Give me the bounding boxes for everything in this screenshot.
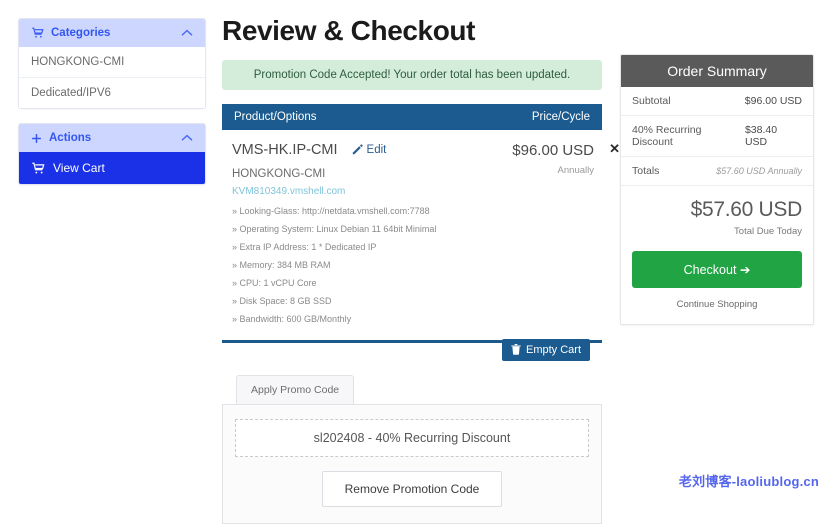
cart-item-price: $96.00 USD Annually — [474, 142, 598, 332]
summary-actions: Checkout ➔ Continue Shopping — [621, 245, 813, 324]
main-content: Review & Checkout Promotion Code Accepte… — [222, 0, 602, 524]
option-bandwidth: » Bandwidth: 600 GB/Monthly — [232, 314, 474, 324]
trash-icon — [511, 344, 521, 355]
categories-list: HONGKONG-CMI Dedicated/IPV6 — [19, 47, 205, 108]
promo-tabs: Apply Promo Code sl202408 - 40% Recurrin… — [222, 375, 602, 524]
remove-item-icon[interactable]: ✕ — [609, 142, 620, 155]
summary-row-totals: Totals $57.60 USD Annually — [621, 157, 813, 186]
discount-value: $38.40 USD — [745, 124, 802, 148]
subtotal-value: $96.00 USD — [745, 95, 802, 107]
chevron-up-icon[interactable] — [181, 134, 193, 142]
cart-table: Product/Options Price/Cycle VMS-HK.IP-CM… — [222, 104, 602, 343]
cart-icon — [31, 27, 44, 39]
option-cpu: » CPU: 1 vCPU Core — [232, 278, 474, 288]
subtotal-label: Subtotal — [632, 95, 671, 107]
promo-accepted-alert: Promotion Code Accepted! Your order tota… — [222, 60, 602, 90]
discount-label: 40% Recurring Discount — [632, 124, 745, 148]
chevron-up-icon[interactable] — [181, 29, 193, 37]
col-product-options: Product/Options — [234, 111, 316, 123]
sidebar-item-view-cart[interactable]: View Cart — [19, 152, 205, 184]
edit-product-link[interactable]: Edit — [352, 144, 387, 156]
option-disk-space: » Disk Space: 8 GB SSD — [232, 296, 474, 306]
product-name: VMS-HK.IP-CMI — [232, 142, 338, 158]
grand-total-amount: $57.60 USD — [632, 198, 802, 222]
option-looking-glass: » Looking-Glass: http://netdata.vmshell.… — [232, 206, 474, 216]
categories-panel-title: Categories — [51, 27, 110, 39]
continue-shopping-link[interactable]: Continue Shopping — [632, 299, 802, 310]
remove-promotion-code-button[interactable]: Remove Promotion Code — [322, 471, 503, 507]
tab-strip: Apply Promo Code — [222, 375, 602, 404]
edit-label: Edit — [367, 144, 387, 156]
option-extra-ip-address: » Extra IP Address: 1 * Dedicated IP — [232, 242, 474, 252]
item-price: $96.00 USD — [474, 142, 594, 159]
totals-label: Totals — [632, 165, 659, 177]
plus-icon — [31, 133, 42, 144]
empty-cart-button[interactable]: Empty Cart — [502, 339, 590, 361]
sidebar-item-hongkong-cmi[interactable]: HONGKONG-CMI — [19, 47, 205, 78]
checkout-button[interactable]: Checkout ➔ — [632, 251, 802, 288]
grand-total-block: $57.60 USD Total Due Today — [621, 186, 813, 245]
order-summary-panel: Order Summary Subtotal $96.00 USD 40% Re… — [620, 54, 814, 325]
product-options-list: » Looking-Glass: http://netdata.vmshell.… — [232, 206, 474, 324]
site-watermark: 老刘博客-laoliublog.cn — [679, 471, 819, 490]
summary-row-subtotal: Subtotal $96.00 USD — [621, 87, 813, 116]
cart-item-row: VMS-HK.IP-CMI Edit HONGKONG-CMI — [222, 130, 602, 340]
option-memory: » Memory: 384 MB RAM — [232, 260, 474, 270]
checkout-page: Categories HONGKONG-CMI Dedicated/IPV6 — [0, 0, 833, 500]
cart-icon — [31, 162, 45, 175]
view-cart-label: View Cart — [53, 161, 105, 175]
product-domain-link[interactable]: KVM810349.vmshell.com — [232, 186, 474, 197]
cart-item-details: VMS-HK.IP-CMI Edit HONGKONG-CMI — [226, 142, 474, 332]
applied-promo-code: sl202408 - 40% Recurring Discount — [235, 419, 589, 457]
empty-cart-label: Empty Cart — [526, 344, 581, 356]
summary-row-discount: 40% Recurring Discount $38.40 USD — [621, 116, 813, 157]
categories-panel: Categories HONGKONG-CMI Dedicated/IPV6 — [18, 18, 206, 109]
grand-total-label: Total Due Today — [632, 226, 802, 237]
categories-panel-header[interactable]: Categories — [19, 19, 205, 47]
option-operating-system: » Operating System: Linux Debian 11 64bi… — [232, 224, 474, 234]
sidebar-item-dedicated-ipv6[interactable]: Dedicated/IPV6 — [19, 78, 205, 108]
actions-panel-header[interactable]: Actions — [19, 124, 205, 152]
cart-table-header: Product/Options Price/Cycle — [222, 104, 602, 130]
sidebar: Categories HONGKONG-CMI Dedicated/IPV6 — [18, 18, 206, 199]
totals-value: $57.60 USD Annually — [716, 166, 802, 176]
order-summary-title: Order Summary — [621, 55, 813, 87]
item-billing-cycle: Annually — [474, 165, 594, 176]
tab-apply-promo-code[interactable]: Apply Promo Code — [236, 375, 354, 404]
promo-tab-panel: sl202408 - 40% Recurring Discount Remove… — [222, 404, 602, 524]
col-price-cycle: Price/Cycle — [532, 111, 590, 123]
product-category: HONGKONG-CMI — [232, 168, 474, 180]
pencil-icon — [352, 144, 363, 155]
actions-panel: Actions View Cart — [18, 123, 206, 185]
page-title: Review & Checkout — [222, 14, 602, 48]
empty-cart-row: Empty Cart — [222, 349, 602, 371]
actions-panel-title: Actions — [49, 132, 91, 144]
